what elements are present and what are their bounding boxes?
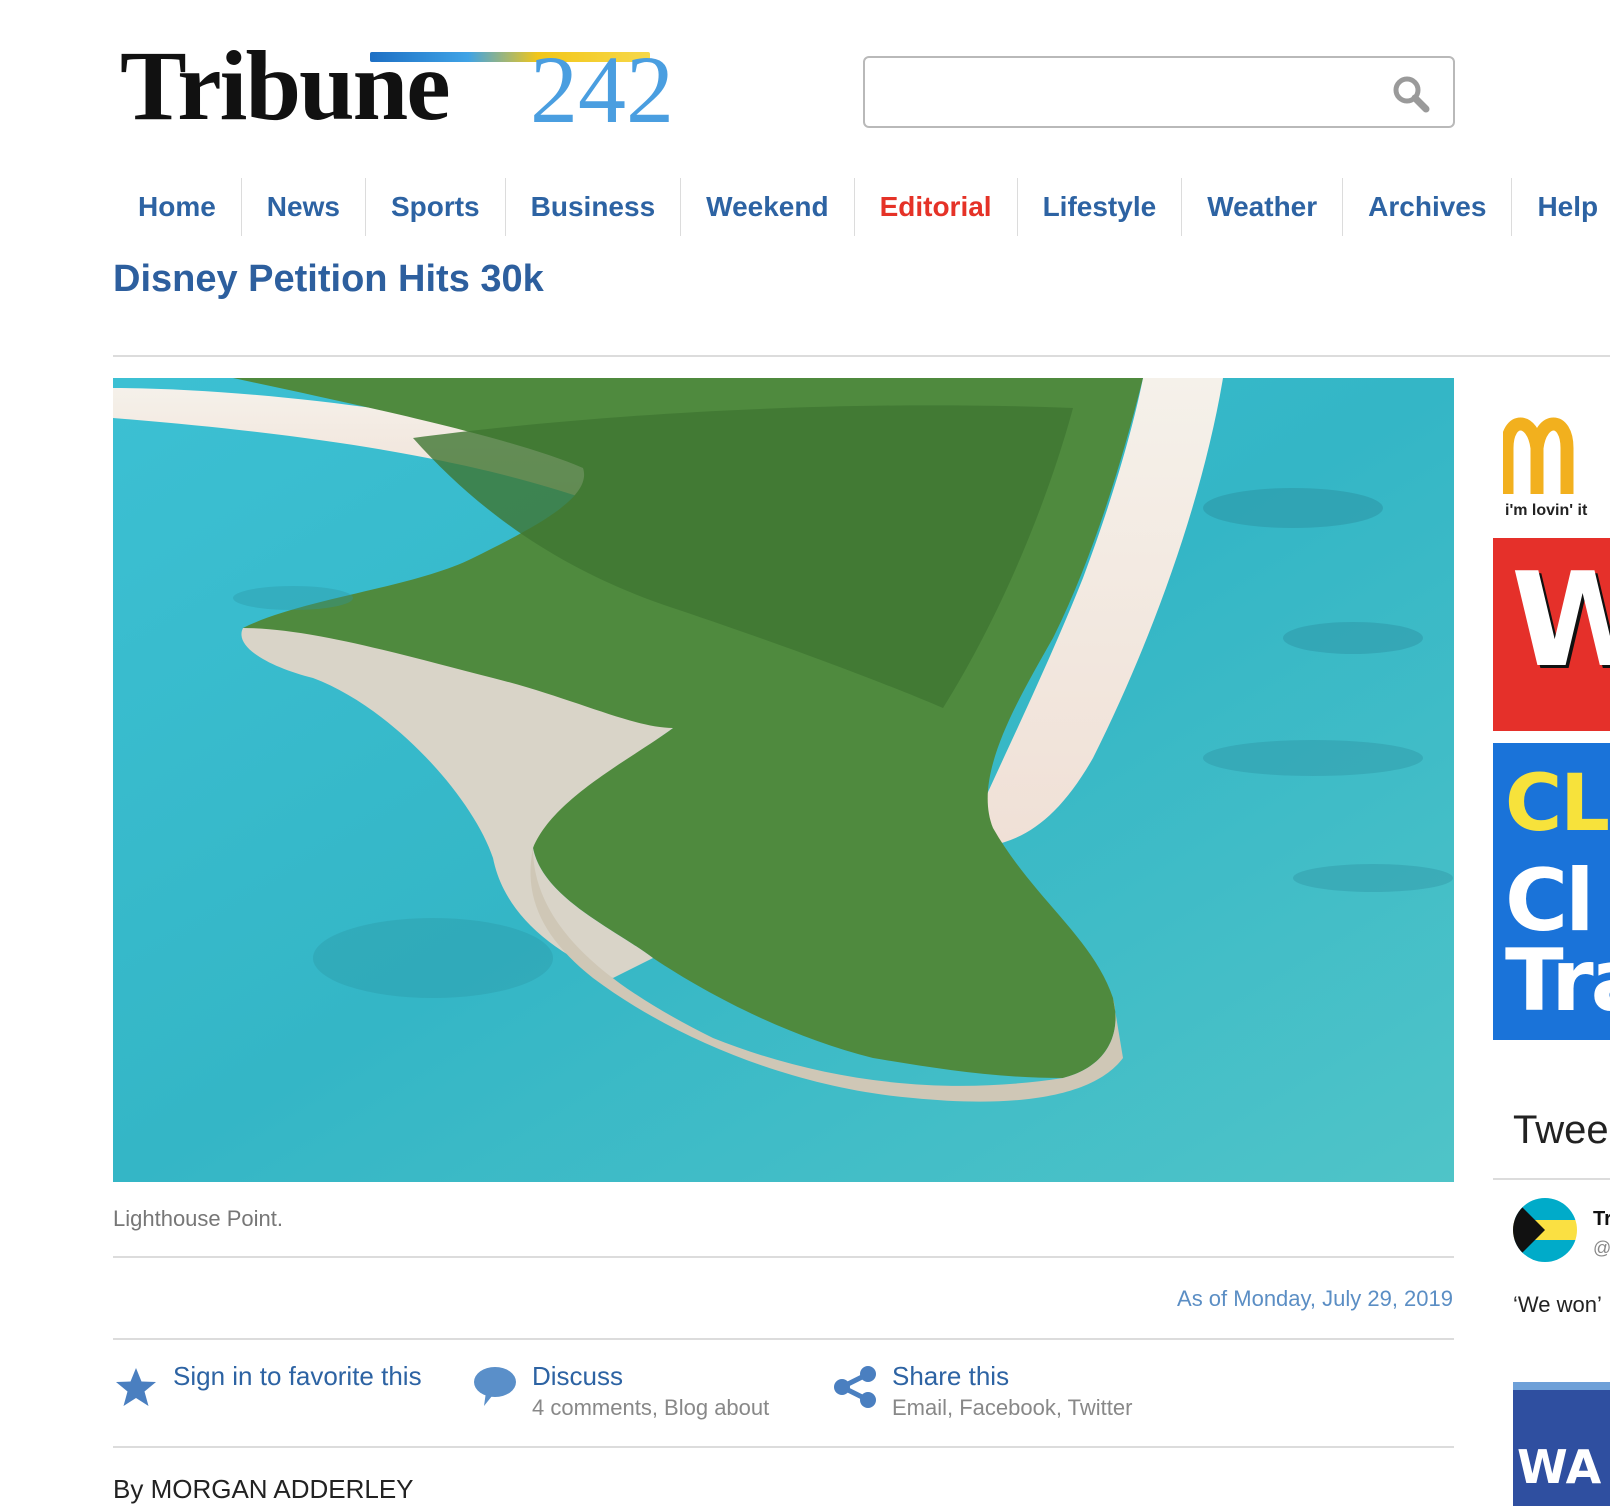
blue-ad-line1: CLI xyxy=(1505,759,1610,849)
photo-caption: Lighthouse Point. xyxy=(113,1206,284,1231)
blue-ad-banner[interactable]: CLI Cl Tra xyxy=(1493,743,1610,1040)
search-icon[interactable] xyxy=(1391,74,1431,114)
bahamas-flag-icon xyxy=(1513,1198,1577,1262)
favorite-link[interactable]: Sign in to favorite this xyxy=(173,1360,422,1392)
nav-news[interactable]: News xyxy=(242,178,366,236)
article-byline: By MORGAN ADDERLEY xyxy=(113,1474,414,1504)
tweet-author-name[interactable]: Tr xyxy=(1593,1208,1610,1231)
site-logo[interactable]: Tribune 242 xyxy=(120,30,705,141)
logo-text-tribune: Tribune xyxy=(120,30,451,141)
nav-help[interactable]: Help xyxy=(1512,178,1610,236)
tweets-divider xyxy=(1493,1178,1610,1180)
discuss-action[interactable]: Discuss 4 comments, Blog about xyxy=(472,1360,769,1424)
nav-lifestyle[interactable]: Lifestyle xyxy=(1018,178,1183,236)
actions-divider xyxy=(113,1446,1454,1448)
nav-business[interactable]: Business xyxy=(506,178,682,236)
nav-weather[interactable]: Weather xyxy=(1182,178,1344,236)
tweet-avatar[interactable] xyxy=(1513,1198,1577,1262)
article-date: As of Monday, July 29, 2019 xyxy=(1177,1286,1453,1311)
blue-ad-line3: Tra xyxy=(1505,931,1610,1031)
favorite-action[interactable]: Sign in to favorite this xyxy=(113,1360,422,1410)
right-sidebar: i'm lovin' it W CLI Cl Tra Twee Tr @ ‘We… xyxy=(1493,378,1610,1506)
nav-editorial[interactable]: Editorial xyxy=(855,178,1018,236)
mcdonalds-ad[interactable]: i'm lovin' it xyxy=(1493,408,1610,528)
nav-archives[interactable]: Archives xyxy=(1343,178,1513,236)
share-subtext[interactable]: Email, Facebook, Twitter xyxy=(892,1392,1132,1424)
caption-divider xyxy=(113,1256,1454,1258)
search-box xyxy=(863,56,1455,128)
share-action[interactable]: Share this Email, Facebook, Twitter xyxy=(832,1360,1132,1424)
article-title: Disney Petition Hits 30k xyxy=(113,258,544,300)
date-divider xyxy=(113,1338,1454,1340)
discuss-link[interactable]: Discuss xyxy=(532,1360,769,1392)
tweet-image-text: WA xyxy=(1517,1440,1602,1494)
nav-weekend[interactable]: Weekend xyxy=(681,178,855,236)
discuss-subtext[interactable]: 4 comments, Blog about xyxy=(532,1392,769,1424)
logo-text-242: 242 xyxy=(530,36,674,143)
tweets-heading: Twee xyxy=(1513,1108,1609,1152)
golden-arches-icon xyxy=(1503,417,1574,494)
article-photo[interactable] xyxy=(113,378,1454,1182)
tweet-image[interactable]: WA xyxy=(1513,1382,1610,1506)
red-ad-banner[interactable]: W xyxy=(1493,538,1610,731)
main-nav: Home News Sports Business Weekend Editor… xyxy=(113,178,1610,236)
tweet-text[interactable]: ‘We won’ xyxy=(1513,1292,1602,1318)
island-aerial-image xyxy=(113,378,1454,1182)
tweet-author-handle[interactable]: @ xyxy=(1593,1238,1610,1259)
star-icon xyxy=(116,1368,156,1406)
share-link[interactable]: Share this xyxy=(892,1360,1132,1392)
nav-sports[interactable]: Sports xyxy=(366,178,506,236)
search-input[interactable] xyxy=(875,68,1375,116)
title-divider xyxy=(113,355,1610,357)
speech-bubble-icon xyxy=(474,1367,516,1406)
mcdonalds-slogan: i'm lovin' it xyxy=(1505,502,1588,519)
share-icon xyxy=(834,1366,876,1408)
red-ad-text: W xyxy=(1511,544,1610,696)
nav-home[interactable]: Home xyxy=(113,178,242,236)
